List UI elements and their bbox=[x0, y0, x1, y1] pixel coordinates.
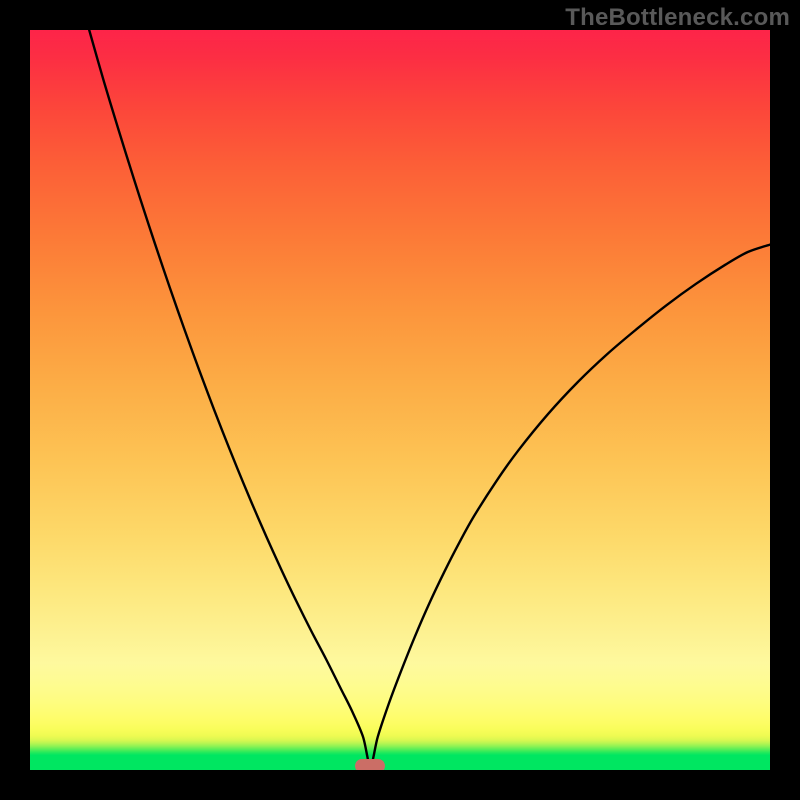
chart-frame: TheBottleneck.com bbox=[0, 0, 800, 800]
watermark-text: TheBottleneck.com bbox=[565, 4, 790, 32]
minimum-marker bbox=[355, 759, 385, 770]
bottleneck-curve bbox=[30, 30, 770, 770]
plot-area bbox=[30, 30, 770, 770]
